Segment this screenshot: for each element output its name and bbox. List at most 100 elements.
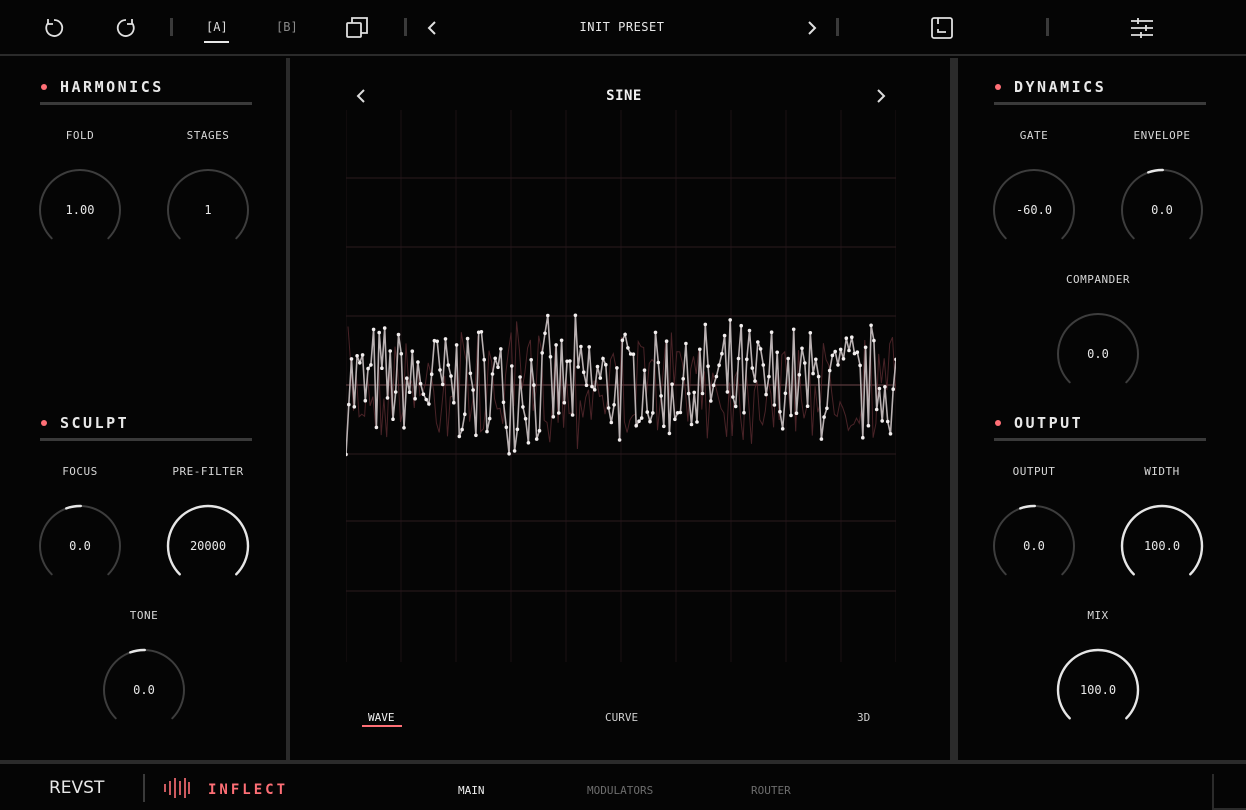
section-divider	[40, 438, 252, 441]
waveform-point	[877, 386, 882, 391]
waveform-point	[631, 352, 636, 356]
tab-modulators[interactable]: MODULATORS	[587, 784, 653, 797]
tab-3d[interactable]: 3D	[857, 711, 870, 724]
waveform-point	[850, 335, 854, 339]
waveform-point	[858, 363, 862, 368]
waveform-point	[355, 354, 359, 358]
next-wave-button[interactable]	[869, 84, 893, 108]
waveform-point	[758, 347, 763, 351]
waveform-point	[534, 437, 539, 441]
output-knob[interactable]: 0.0	[989, 501, 1079, 591]
waveform-point	[438, 368, 442, 372]
waveform-point	[894, 357, 896, 362]
waveform-point	[720, 351, 724, 356]
waveform-point	[490, 372, 495, 376]
pre-filter-knob[interactable]: 20000	[163, 501, 253, 591]
save-icon[interactable]	[922, 8, 962, 48]
focus-knob[interactable]: 0.0	[35, 501, 125, 591]
undo-icon[interactable]	[34, 8, 74, 48]
waveform-point	[559, 338, 564, 343]
wave-shape-name[interactable]: SINE	[564, 88, 684, 104]
waveform-point	[733, 404, 738, 409]
waveform-point	[496, 365, 500, 370]
waveform-point	[767, 374, 771, 379]
tab-router[interactable]: ROUTER	[751, 784, 791, 797]
slot-a-button[interactable]: [A]	[206, 20, 228, 34]
redo-icon[interactable]	[106, 8, 146, 48]
waveform-point	[557, 411, 561, 415]
width-knob[interactable]: 100.0	[1117, 501, 1207, 591]
waveform-point	[709, 399, 713, 403]
focus-label: FOCUS	[62, 465, 98, 478]
waveform-point	[620, 338, 625, 343]
waveform-point	[811, 371, 815, 376]
compander-value: 0.0	[1087, 347, 1109, 361]
waveform-point	[648, 419, 652, 424]
tone-knob[interactable]: 0.0	[99, 645, 189, 735]
width-label: WIDTH	[1144, 465, 1180, 478]
waveform-point	[623, 332, 627, 337]
waveform-point	[349, 357, 354, 361]
mix-knob[interactable]: 100.0	[1053, 645, 1143, 735]
envelope-knob[interactable]: 0.0	[1117, 165, 1207, 255]
waveform-point	[612, 403, 616, 407]
waveform-point	[869, 323, 873, 328]
waveform-point	[485, 429, 489, 434]
waveform-point	[805, 404, 810, 409]
waveform-point	[698, 347, 702, 352]
waveform-point	[684, 341, 688, 346]
waveform-point	[346, 452, 348, 457]
tab-curve[interactable]: CURVE	[605, 711, 638, 724]
tone-value: 0.0	[133, 683, 155, 697]
waveform-point	[446, 363, 451, 367]
waveform-point	[518, 375, 522, 379]
waveform-point	[706, 364, 710, 368]
waveform-point	[692, 390, 696, 395]
waveform-point	[504, 425, 509, 430]
waveform-point	[465, 336, 470, 341]
section-divider	[994, 438, 1206, 441]
waveform-point	[604, 362, 608, 367]
waveform-point	[493, 356, 497, 361]
waveform-point	[836, 363, 840, 367]
waveform-point	[363, 398, 368, 403]
waveform-point	[686, 391, 691, 396]
waveform-display[interactable]	[346, 110, 896, 662]
copy-icon[interactable]	[337, 8, 377, 48]
tone-label: TONE	[129, 609, 159, 622]
resize-handle[interactable]	[1212, 774, 1246, 810]
preset-name[interactable]: INIT PRESET	[540, 20, 704, 34]
next-preset-button[interactable]	[792, 8, 832, 48]
slot-b-button[interactable]: [B]	[276, 20, 298, 34]
settings-sliders-icon[interactable]	[1122, 8, 1162, 48]
waveform-point	[499, 347, 503, 351]
previous-wave-button[interactable]	[349, 84, 373, 108]
waveform-point	[532, 383, 536, 387]
previous-preset-button[interactable]	[412, 8, 452, 48]
compander-label: COMPANDER	[1065, 273, 1131, 286]
waveform-point	[756, 340, 760, 344]
tab-wave[interactable]: WAVE	[368, 711, 395, 724]
waveform-point	[371, 327, 376, 332]
top-toolbar: [A] [B] INIT PRESET	[0, 0, 1246, 56]
fold-knob[interactable]: 1.00	[35, 165, 125, 255]
tab-main[interactable]: MAIN	[458, 784, 485, 797]
waveform-point	[880, 419, 884, 423]
waveform-point	[407, 390, 412, 395]
toolbar-divider	[404, 18, 407, 36]
waveform-point	[816, 374, 821, 379]
waveform-point	[637, 419, 641, 424]
waveform-point	[659, 394, 663, 398]
waveform-point	[413, 396, 417, 401]
waveform-point	[888, 432, 893, 436]
waveform-point	[460, 427, 464, 432]
gate-knob[interactable]: -60.0	[989, 165, 1079, 255]
waveform-point	[725, 390, 730, 394]
compander-knob[interactable]: 0.0	[1053, 309, 1143, 399]
waveform-point	[891, 387, 895, 392]
waveform-point	[789, 413, 793, 418]
waveform-point	[803, 361, 807, 365]
stages-knob[interactable]: 1	[163, 165, 253, 255]
waveform-point	[452, 400, 456, 405]
waveform-point	[501, 400, 506, 405]
